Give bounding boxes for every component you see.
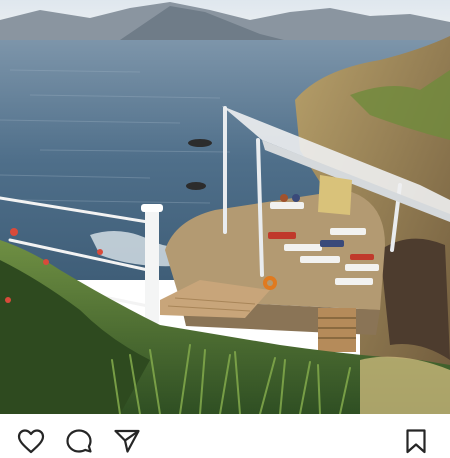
post-photo[interactable] bbox=[0, 0, 450, 414]
paper-plane-icon bbox=[114, 429, 140, 453]
share-button[interactable] bbox=[112, 428, 142, 458]
post-action-bar bbox=[0, 414, 450, 454]
heart-icon bbox=[17, 429, 45, 454]
like-button[interactable] bbox=[16, 428, 46, 458]
comment-icon bbox=[66, 429, 92, 453]
seaside-terrace-photo bbox=[0, 0, 450, 414]
bookmark-icon bbox=[406, 429, 426, 454]
post-card bbox=[0, 0, 450, 454]
save-button[interactable] bbox=[401, 428, 431, 458]
comment-button[interactable] bbox=[64, 428, 94, 458]
